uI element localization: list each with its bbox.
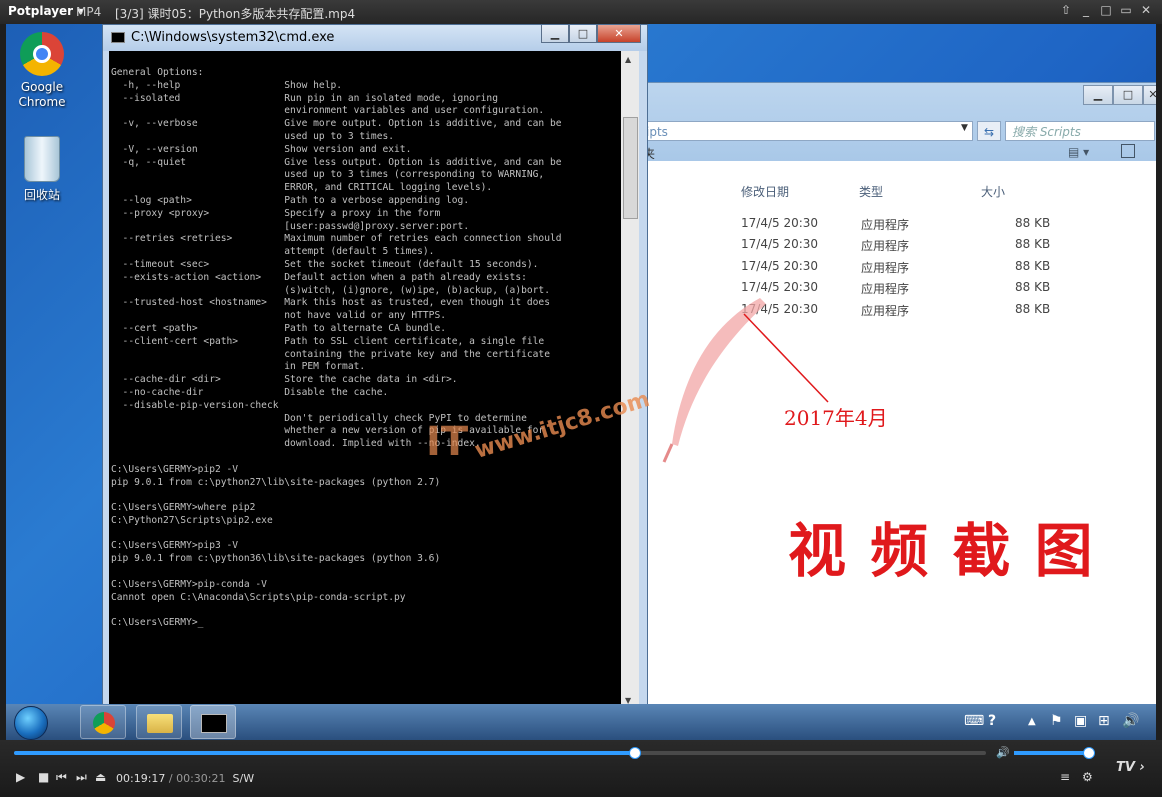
chevron-right-icon: › (1139, 760, 1145, 775)
row-type: 应用程序 (861, 282, 910, 296)
explorer-toolbar: 夹 ▤ ▾ (643, 144, 1156, 161)
volume-handle[interactable] (1083, 747, 1095, 759)
play-button[interactable]: ▶ (16, 770, 25, 784)
taskbar: ⌨ ? ▲ ⚑ ▣ ⊞ 🔊 (6, 704, 1156, 740)
view-options-icon[interactable]: ▤ ▾ (1068, 145, 1089, 159)
row-size: 88 KB (1015, 302, 1051, 316)
explorer-close-button[interactable]: ✕ (1143, 85, 1156, 105)
row-size: 88 KB (1015, 259, 1051, 273)
cmd-maximize-button[interactable]: □ (569, 25, 597, 43)
cmd-close-button[interactable]: ✕ (597, 25, 641, 43)
render-mode[interactable]: S/W (233, 772, 255, 785)
preview-pane-icon[interactable] (1121, 144, 1135, 158)
chrome-icon (20, 32, 64, 76)
flag-icon[interactable]: ⚑ (1050, 713, 1063, 729)
player-brand-menu[interactable]: Potplayer ▾ (8, 4, 83, 18)
seek-handle[interactable] (629, 747, 642, 759)
folder-icon (147, 714, 173, 733)
video-frame[interactable]: Google Chrome 回收站 ▁ □ ✕ ipts ▼ ⇆ 搜索 Scri… (6, 24, 1156, 740)
scroll-up-icon[interactable]: ▲ (625, 55, 631, 64)
row-date: 17/4/5 20:30 (741, 237, 819, 251)
show-hidden-icons[interactable]: ▲ (1028, 716, 1036, 727)
column-header-size[interactable]: 大小 (981, 183, 1005, 200)
feather-watermark-icon (662, 298, 766, 463)
taskbar-explorer-button[interactable] (136, 705, 182, 739)
row-date: 17/4/5 20:30 (741, 280, 819, 294)
playlist-button[interactable]: ≡ (1060, 770, 1070, 784)
usb-icon[interactable]: ▣ (1074, 713, 1087, 729)
console-output[interactable]: General Options: -h, --help Show help. -… (109, 51, 621, 709)
start-button[interactable] (14, 706, 48, 740)
chevron-down-icon[interactable]: ▼ (961, 123, 968, 133)
seek-progress (14, 751, 635, 755)
eject-button[interactable]: ⏏ (95, 770, 106, 784)
recycle-bin-icon (24, 136, 60, 182)
desktop-icon-label: Google Chrome (18, 80, 66, 109)
table-row[interactable]: 17/4/5 20:30 应用程序 88 KB (643, 234, 1156, 256)
table-row[interactable]: 17/4/5 20:30 应用程序 88 KB (643, 213, 1156, 235)
maximize-button[interactable]: ▭ (1116, 3, 1136, 17)
vertical-scrollbar[interactable]: ▲ ▼ (621, 51, 639, 709)
close-button[interactable]: ✕ (1136, 3, 1156, 17)
console-icon (201, 714, 227, 733)
row-type: 应用程序 (861, 239, 910, 253)
desktop-icon-chrome[interactable]: Google Chrome (6, 32, 82, 110)
column-header-date[interactable]: 修改日期 (741, 183, 789, 200)
row-type: 应用程序 (861, 218, 910, 232)
search-input[interactable]: 搜索 Scripts (1005, 121, 1155, 141)
watermark-it: IT (426, 419, 469, 465)
table-row[interactable]: 17/4/5 20:30 应用程序 88 KB (643, 256, 1156, 278)
console-text: General Options: -h, --help Show help. -… (111, 67, 562, 629)
tv-label: TV (1116, 760, 1135, 775)
seek-bar[interactable] (14, 747, 986, 759)
video-title: [3/3] 课时05：Python多版本共存配置.mp4 (115, 7, 356, 21)
restore-button[interactable]: □ (1096, 3, 1116, 17)
pin-icon[interactable]: ⇧ (1056, 3, 1076, 17)
previous-button[interactable]: ⏮ (56, 770, 67, 785)
row-date: 17/4/5 20:30 (741, 259, 819, 273)
speaker-icon[interactable]: 🔊 (1122, 713, 1139, 729)
column-header-type[interactable]: 类型 (859, 183, 883, 200)
volume-level (1014, 751, 1088, 755)
player-brand-label: Potplayer (8, 4, 74, 18)
player-controls: 🔊 TV › ▶ ■ ⏮ ⏭ ⏏ 00:19:17 / 00:30:21 S/W… (0, 740, 1162, 797)
row-type: 应用程序 (861, 261, 910, 275)
chrome-icon (93, 712, 115, 734)
console-icon (111, 32, 125, 43)
row-size: 88 KB (1015, 216, 1051, 230)
row-size: 88 KB (1015, 280, 1051, 294)
total-time: / 00:30:21 (168, 772, 226, 785)
volume-icon[interactable]: 🔊 (996, 746, 1010, 759)
cmd-minimize-button[interactable]: ▁ (541, 25, 569, 43)
row-type: 应用程序 (861, 304, 910, 318)
tv-button[interactable]: TV › (1116, 760, 1145, 775)
network-icon[interactable]: ⊞ (1098, 713, 1110, 729)
cmd-title: C:\Windows\system32\cmd.exe (131, 30, 335, 45)
volume-slider[interactable] (1014, 747, 1095, 759)
current-time: 00:19:17 (116, 772, 166, 785)
format-label: MP4 (76, 5, 102, 19)
date-annotation: 2017年4月 (784, 406, 888, 430)
row-date: 17/4/5 20:30 (741, 216, 819, 230)
minimize-button[interactable]: _ (1076, 3, 1096, 17)
desktop-icon-label: 回收站 (23, 188, 60, 202)
address-bar[interactable]: ipts (643, 121, 973, 141)
player-titlebar: Potplayer ▾ MP4 [3/3] 课时05：Python多版本共存配置… (0, 0, 1162, 24)
next-button[interactable]: ⏭ (76, 770, 87, 785)
desktop-icon-recycle-bin[interactable]: 回收站 (6, 136, 82, 203)
row-size: 88 KB (1015, 237, 1051, 251)
stop-button[interactable]: ■ (38, 770, 49, 784)
screenshot-stamp: 视 频 截 图 (788, 517, 1095, 585)
explorer-maximize-button[interactable]: □ (1113, 85, 1143, 105)
refresh-icon[interactable]: ⇆ (977, 121, 1001, 141)
cmd-window[interactable]: C:\Windows\system32\cmd.exe ▁ □ ✕ Genera… (102, 24, 648, 714)
time-display: 00:19:17 / 00:30:21 S/W (116, 772, 254, 785)
taskbar-cmd-button[interactable] (190, 705, 236, 739)
taskbar-chrome-button[interactable] (80, 705, 126, 739)
scrollbar-thumb[interactable] (623, 117, 638, 219)
explorer-minimize-button[interactable]: ▁ (1083, 85, 1113, 105)
keyboard-icon[interactable]: ⌨ (964, 713, 984, 729)
help-icon[interactable]: ? (988, 713, 996, 729)
settings-button[interactable]: ⚙ (1082, 770, 1093, 784)
